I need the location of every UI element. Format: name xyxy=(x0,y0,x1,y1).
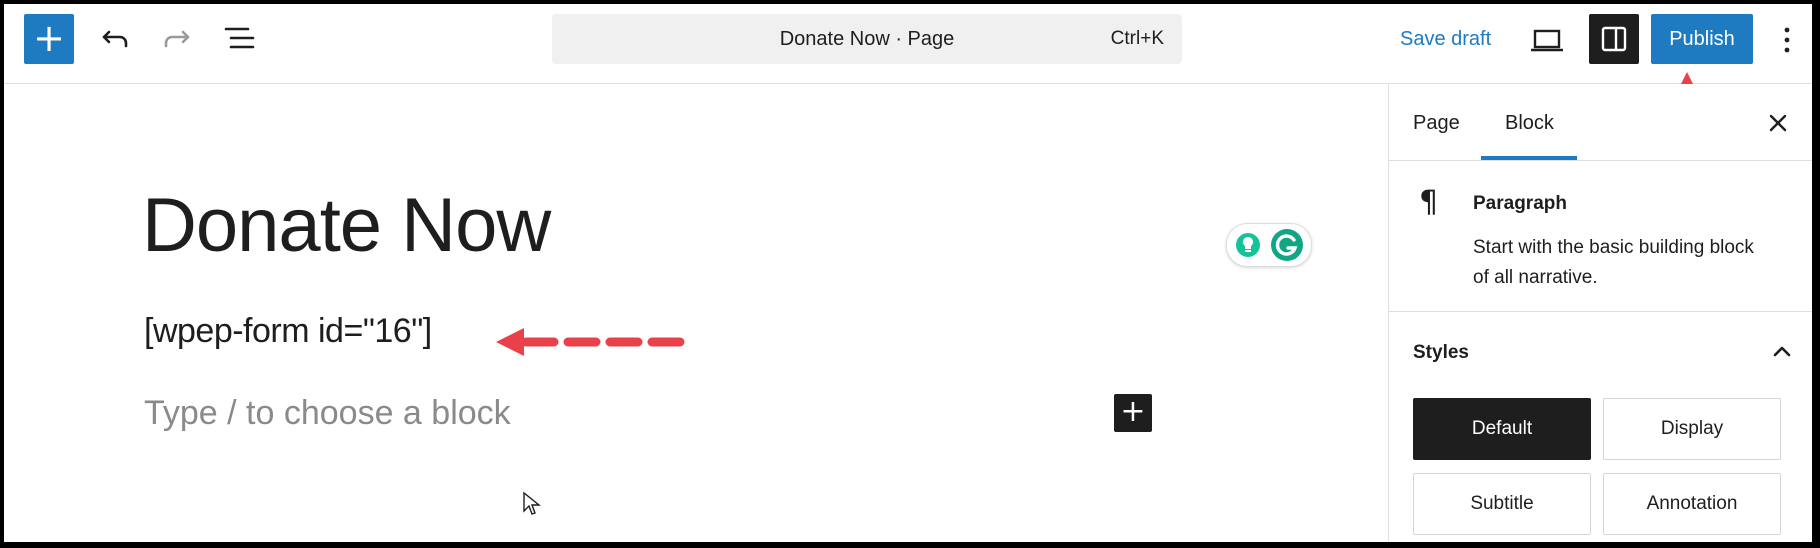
command-palette-bar[interactable]: Donate Now · Page Ctrl+K xyxy=(552,14,1182,64)
settings-sidebar: Page Block ¶ Paragraph Start with the ba… xyxy=(1388,84,1812,542)
style-subtitle-button[interactable]: Subtitle xyxy=(1413,473,1591,535)
mouse-cursor-icon xyxy=(523,491,541,515)
block-name: Paragraph xyxy=(1473,193,1567,214)
tab-page[interactable]: Page xyxy=(1413,112,1460,135)
keyboard-shortcut: Ctrl+K xyxy=(1110,28,1164,49)
sidebar-panel-icon xyxy=(1601,26,1627,52)
sidebar-tabs: Page Block xyxy=(1389,84,1812,161)
paragraph-icon: ¶ xyxy=(1419,185,1439,220)
close-icon[interactable] xyxy=(1763,108,1793,138)
redo-icon[interactable] xyxy=(156,18,196,58)
editor-toolbar: + Donate Now · Page Ctrl+K Save draft Pu… xyxy=(4,4,1812,84)
post-title[interactable]: Donate Now xyxy=(142,182,551,269)
preview-desktop-icon[interactable] xyxy=(1527,20,1567,60)
shortcode-paragraph-block[interactable]: [wpep-form id="16"] xyxy=(144,312,432,351)
style-display-button[interactable]: Display xyxy=(1603,398,1781,460)
style-annotation-button[interactable]: Annotation xyxy=(1603,473,1781,535)
style-default-button[interactable]: Default xyxy=(1413,398,1591,460)
empty-block-placeholder[interactable]: Type / to choose a block xyxy=(144,394,511,433)
grammarly-icon xyxy=(1236,229,1303,261)
grammarly-widget[interactable] xyxy=(1226,223,1312,267)
styles-panel-heading[interactable]: Styles xyxy=(1413,342,1469,364)
chevron-up-icon[interactable] xyxy=(1767,336,1797,366)
more-options-icon[interactable] xyxy=(1777,20,1797,60)
save-draft-button[interactable]: Save draft xyxy=(1400,28,1491,51)
document-title: Donate Now · Page xyxy=(779,28,955,50)
publish-button[interactable]: Publish xyxy=(1651,14,1753,64)
editor-canvas: Donate Now [wpep-form id="16"] Type / to… xyxy=(4,84,1387,542)
block-card: ¶ Paragraph Start with the basic buildin… xyxy=(1389,161,1812,312)
inline-block-inserter-button[interactable]: + xyxy=(1114,394,1152,432)
tab-block[interactable]: Block xyxy=(1505,112,1554,135)
annotation-arrow-left xyxy=(496,328,694,356)
active-tab-indicator xyxy=(1481,156,1577,160)
block-inserter-button[interactable]: + xyxy=(24,14,74,64)
settings-sidebar-toggle[interactable] xyxy=(1589,14,1639,64)
editor-window: + Donate Now · Page Ctrl+K Save draft Pu… xyxy=(4,4,1812,542)
block-description: Start with the basic building block of a… xyxy=(1473,237,1754,288)
undo-icon[interactable] xyxy=(96,18,136,58)
document-overview-icon[interactable] xyxy=(220,18,260,58)
